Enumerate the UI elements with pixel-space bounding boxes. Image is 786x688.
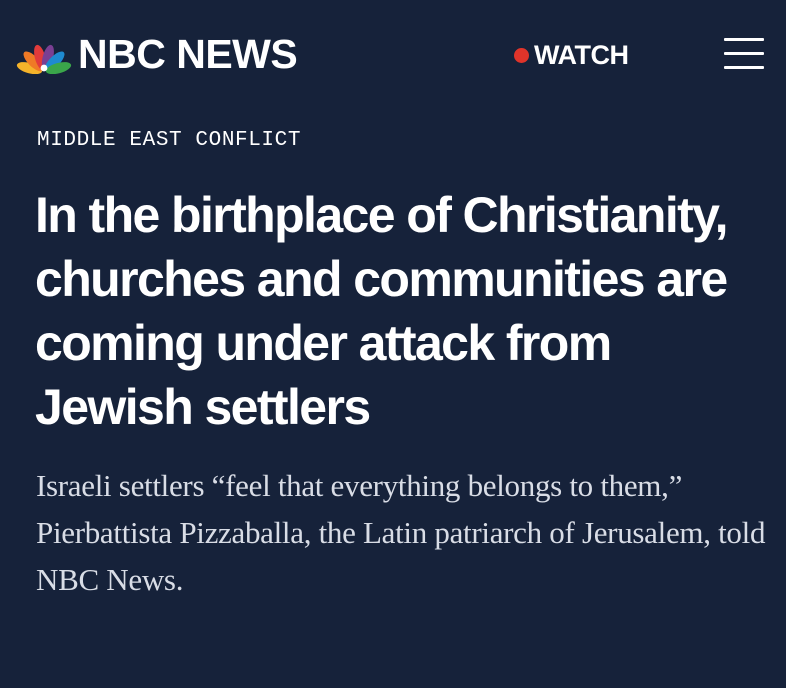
article-dek: Israeli settlers “feel that everything b… (36, 468, 766, 597)
nbc-peacock-logo-icon (16, 44, 72, 74)
menu-bar-middle (724, 52, 764, 55)
article-headline: In the birthplace of Christianity, churc… (35, 187, 729, 435)
menu-bar-top (724, 38, 764, 41)
brand-name: NBC NEWS (78, 31, 298, 77)
article-page: NBC NEWS WATCH MIDDLE EAST CONFLICT In t… (0, 0, 786, 688)
article-category-link[interactable]: MIDDLE EAST CONFLICT (37, 128, 301, 154)
hamburger-menu-icon[interactable] (724, 38, 764, 70)
watch-label: WATCH (534, 39, 629, 70)
menu-bar-bottom (724, 66, 764, 69)
site-header: NBC NEWS WATCH (0, 0, 786, 110)
live-dot-icon (514, 47, 529, 63)
nbc-news-logo[interactable]: NBC NEWS (16, 31, 298, 77)
watch-live-button[interactable]: WATCH (514, 38, 629, 72)
